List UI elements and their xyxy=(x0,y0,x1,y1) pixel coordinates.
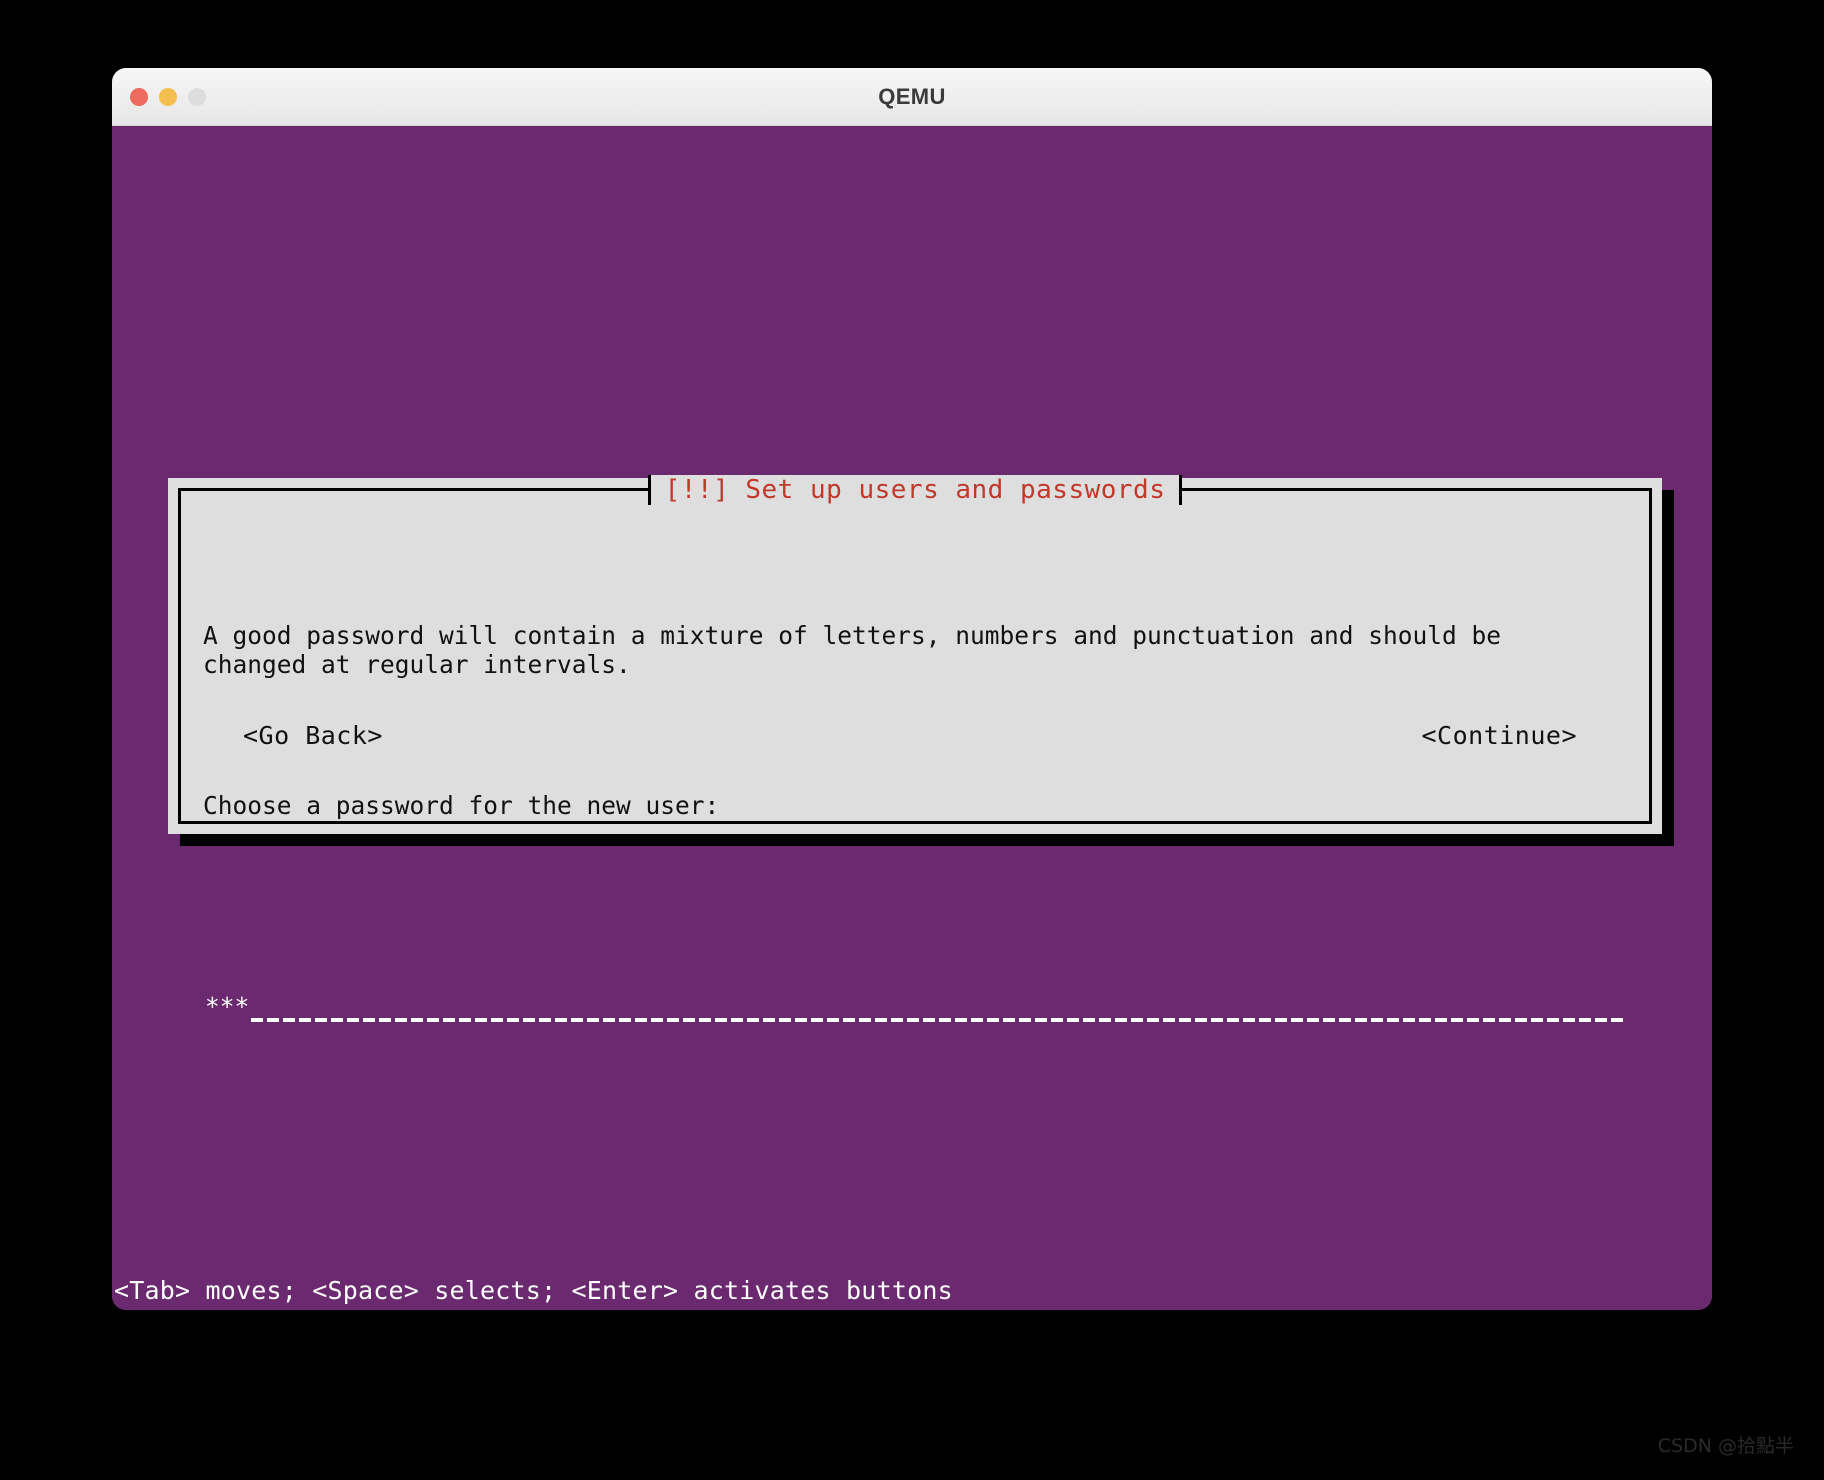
screenshot-canvas: QEMU [!!] Set up users and passwords A g… xyxy=(0,0,1824,1480)
password-input[interactable]: *** xyxy=(203,991,1627,1022)
minimize-window-button[interactable] xyxy=(159,87,177,106)
keyboard-help-bar: <Tab> moves; <Space> selects; <Enter> ac… xyxy=(112,1269,1712,1310)
choose-password-prompt: Choose a password for the new user: xyxy=(203,791,720,821)
password-input-row: *** xyxy=(203,934,1627,1022)
qemu-window: QEMU [!!] Set up users and passwords A g… xyxy=(112,68,1712,1310)
setup-users-and-passwords-dialog: [!!] Set up users and passwords A good p… xyxy=(168,475,1662,1022)
dialog-body: A good password will contain a mixture o… xyxy=(181,491,1649,1057)
close-window-button[interactable] xyxy=(130,87,148,106)
dialog-button-row: <Go Back> <Continue> xyxy=(181,719,1649,752)
window-titlebar: QEMU xyxy=(112,68,1712,126)
keyboard-help-text: <Tab> moves; <Space> selects; <Enter> ac… xyxy=(114,1275,953,1305)
continue-button[interactable]: <Continue> xyxy=(1417,719,1581,752)
vm-console: [!!] Set up users and passwords A good p… xyxy=(112,126,1712,1310)
watermark: CSDN @拾點半 xyxy=(1657,1435,1794,1457)
window-traffic-lights xyxy=(130,87,206,106)
zoom-window-button[interactable] xyxy=(188,87,206,106)
password-field-underline xyxy=(203,1017,1627,1022)
window-title: QEMU xyxy=(878,83,946,109)
password-field-underline-gap xyxy=(203,1017,251,1022)
password-advice-text: A good password will contain a mixture o… xyxy=(203,620,1502,679)
go-back-button[interactable]: <Go Back> xyxy=(239,719,387,752)
dialog-inner-frame: [!!] Set up users and passwords A good p… xyxy=(178,475,1652,1022)
